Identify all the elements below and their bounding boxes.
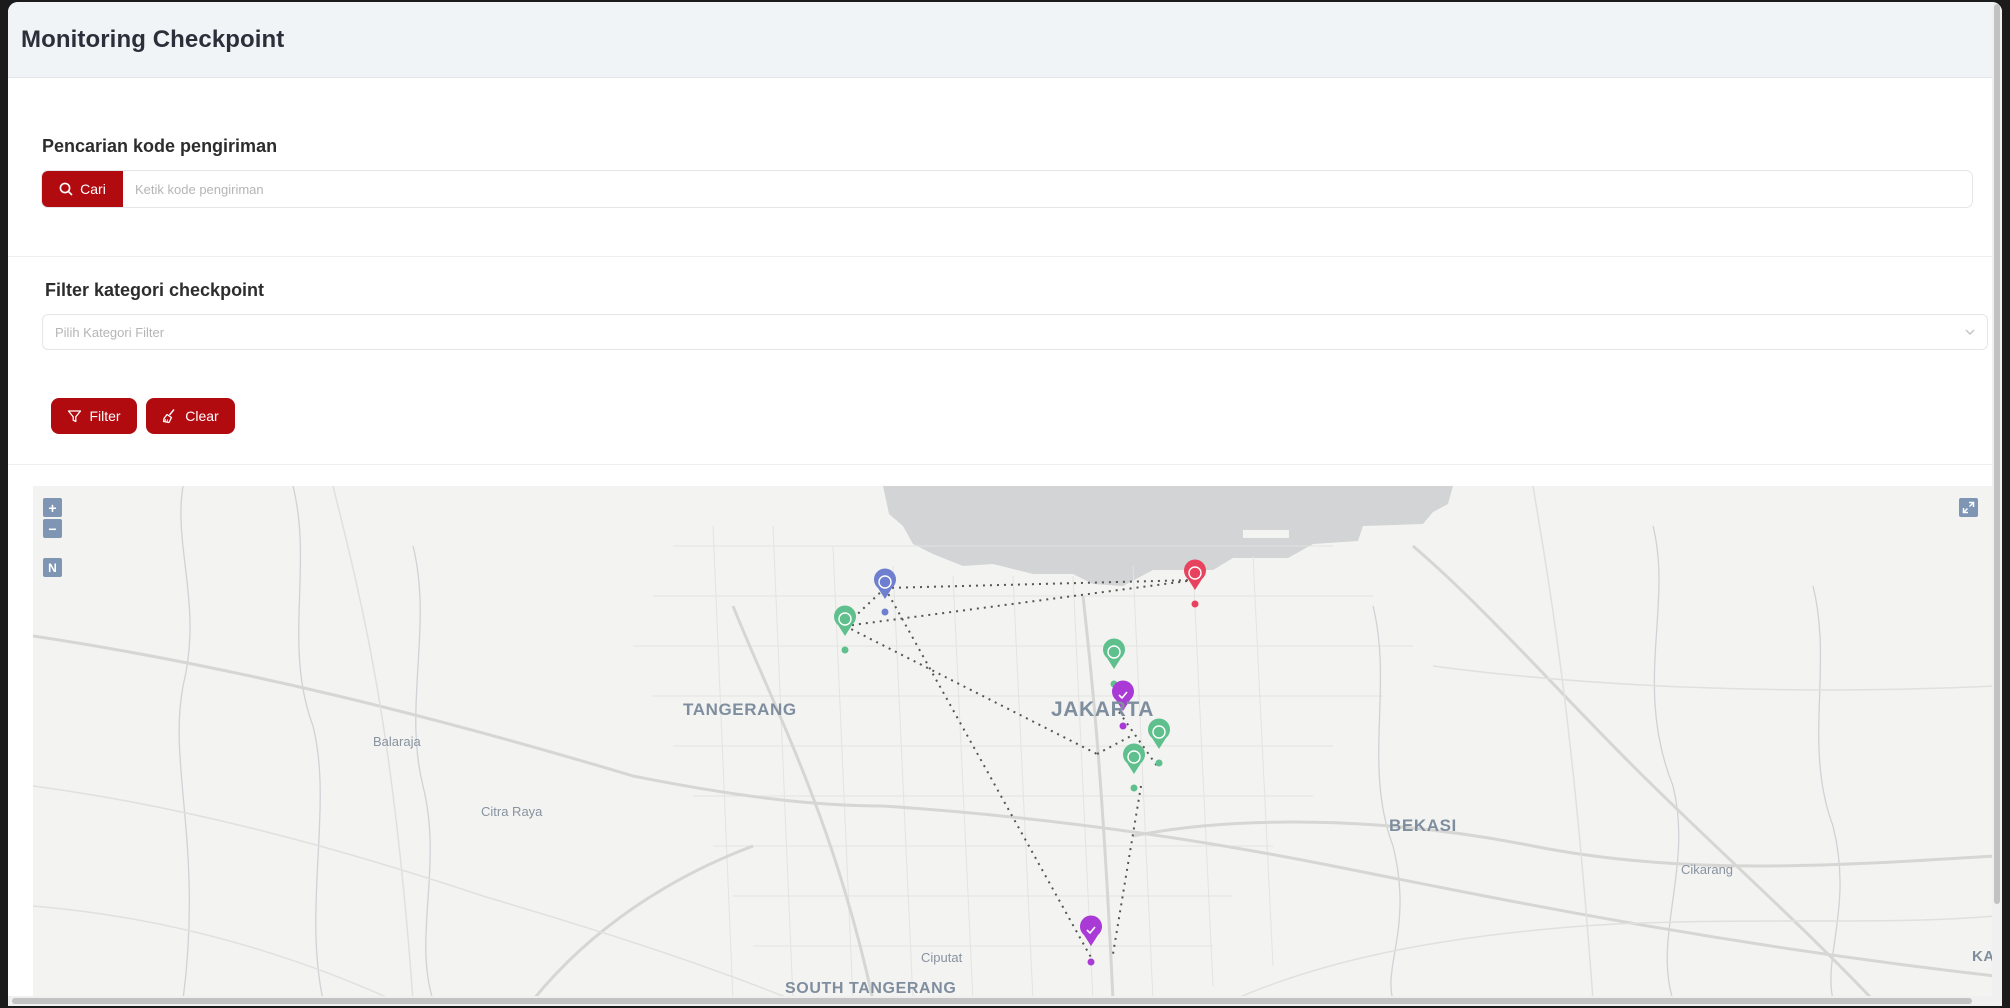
category-filter-select[interactable]: Pilih Kategori Filter — [42, 314, 1988, 350]
checkpoint-map[interactable]: TANGERANG JAKARTA Balaraja Citra Raya BE… — [33, 486, 1995, 1000]
chevron-down-icon — [1965, 329, 1975, 335]
horizontal-scrollbar[interactable] — [8, 996, 2002, 1006]
zoom-in-button[interactable]: + — [43, 498, 62, 517]
page-title: Monitoring Checkpoint — [21, 25, 285, 53]
search-group: Cari — [41, 170, 1973, 208]
shipment-code-input[interactable] — [123, 171, 1972, 207]
checkpoint-marker-green — [1103, 638, 1125, 688]
port-pier — [1243, 530, 1289, 538]
place-label-cikarang: Cikarang — [1681, 862, 1734, 877]
filter-button[interactable]: Filter — [51, 398, 137, 434]
major-roads — [33, 544, 1995, 1000]
broom-icon — [163, 409, 175, 424]
search-button-label: Cari — [80, 181, 106, 197]
filter-button-label: Filter — [89, 408, 121, 424]
place-label-tangerang: TANGERANG — [683, 700, 797, 719]
search-icon — [59, 182, 73, 196]
vertical-scroll-thumb[interactable] — [1994, 4, 2000, 904]
clear-button-label: Clear — [185, 408, 219, 424]
funnel-icon — [68, 409, 82, 422]
north-reset-button[interactable]: N — [43, 558, 62, 577]
place-label-ciputat: Ciputat — [921, 950, 963, 965]
section-divider — [8, 464, 2002, 465]
app-window: Monitoring Checkpoint Pencarian kode pen… — [8, 2, 2002, 1006]
search-button[interactable]: Cari — [42, 171, 123, 207]
sea-area — [883, 486, 1453, 586]
map-basemap — [33, 486, 1995, 1000]
place-label-citra-raya: Citra Raya — [481, 804, 543, 819]
place-label-bekasi: BEKASI — [1389, 816, 1457, 835]
urban-texture — [633, 525, 1413, 1000]
section-divider — [8, 256, 2002, 257]
horizontal-scroll-thumb[interactable] — [12, 998, 1972, 1004]
vertical-scrollbar[interactable] — [1992, 2, 2002, 1006]
zoom-out-button[interactable]: − — [43, 519, 62, 538]
clear-button[interactable]: Clear — [146, 398, 235, 434]
search-label: Pencarian kode pengiriman — [42, 136, 278, 156]
checkpoint-marker-green — [1123, 743, 1146, 792]
checkpoint-marker-blue — [873, 568, 896, 616]
filter-label: Filter kategori checkpoint — [45, 280, 265, 300]
fullscreen-button[interactable] — [1959, 498, 1978, 517]
select-placeholder: Pilih Kategori Filter — [55, 324, 165, 340]
expand-icon — [1962, 501, 1975, 514]
place-label-jakarta: JAKARTA — [1051, 698, 1154, 721]
place-label-balaraja: Balaraja — [373, 734, 421, 749]
page-header: Monitoring Checkpoint — [8, 2, 2002, 78]
